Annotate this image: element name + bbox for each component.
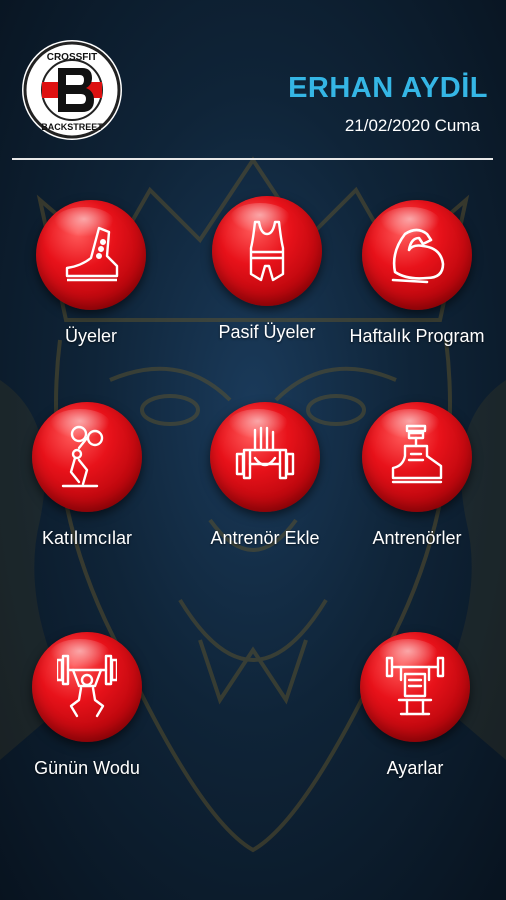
antrenor-ekle-button-circle[interactable]	[210, 402, 320, 512]
dumbbell-hand-icon	[235, 426, 295, 480]
lifter-icon	[61, 425, 104, 488]
menu-ayarlar-button[interactable]: Ayarlar	[330, 632, 500, 802]
katilimcilar-button-circle[interactable]	[32, 402, 142, 512]
haftalik-program-button-circle[interactable]	[362, 200, 472, 310]
antrenorler-button-circle[interactable]	[362, 402, 472, 512]
uyeler-button-circle[interactable]	[36, 200, 146, 310]
pasif-uyeler-button-circle[interactable]	[212, 196, 322, 306]
ayarlar-label: Ayarlar	[386, 758, 444, 778]
shoe-icon	[65, 226, 119, 282]
bench-press-icon	[385, 656, 445, 716]
menu-katilimcilar-button[interactable]: Katılımcılar	[2, 402, 172, 572]
muscle-arm-icon	[391, 228, 445, 284]
haftalik-program-label: Haftalık Program	[349, 326, 485, 346]
menu-uyeler-button[interactable]: Üyeler	[6, 200, 176, 370]
ayarlar-button-circle[interactable]	[360, 632, 470, 742]
menu-antrenorler-button[interactable]: Antrenörler	[332, 402, 502, 572]
antrenorler-label: Antrenörler	[372, 528, 462, 548]
user-name: ERHAN AYDİL	[288, 72, 488, 104]
header-divider	[12, 158, 493, 160]
gunun-wodu-label: Günün Wodu	[34, 758, 140, 778]
menu-gunun-wodu-button[interactable]: Günün Wodu	[2, 632, 172, 802]
svg-text:CROSSFIT: CROSSFIT	[47, 52, 98, 63]
menu-haftalik-program-button[interactable]: Haftalık Program	[332, 200, 502, 370]
current-date: 21/02/2020 Cuma	[344, 116, 480, 135]
sneaker-weight-icon	[391, 424, 443, 484]
svg-text:BACKSTREET: BACKSTREET	[41, 122, 103, 132]
uyeler-label: Üyeler	[64, 326, 117, 346]
crossfit-backstreet-logo: CROSSFIT BACKSTREET	[22, 40, 122, 140]
gunun-wodu-button-circle[interactable]	[32, 632, 142, 742]
singlet-icon	[249, 220, 285, 282]
squat-barbell-icon	[57, 654, 117, 718]
katilimcilar-label: Katılımcılar	[41, 528, 133, 548]
